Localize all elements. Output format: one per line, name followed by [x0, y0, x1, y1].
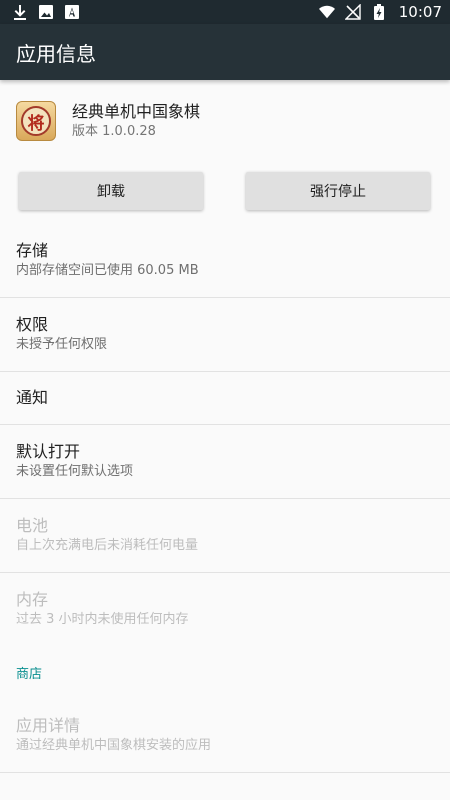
settings-list: 存储 内部存储空间已使用 60.05 MB 权限 未授予任何权限 通知 默认打开…	[0, 224, 450, 773]
action-buttons: 卸载 强行停止	[0, 170, 450, 212]
notifications-item[interactable]: 通知	[0, 372, 450, 425]
store-category-label: 商店	[16, 667, 43, 682]
no-signal-icon	[344, 4, 361, 20]
memory-item: 内存 过去 3 小时内未使用任何内存	[0, 573, 450, 647]
permissions-title: 权限	[16, 315, 49, 334]
font-icon	[64, 4, 80, 20]
permissions-item[interactable]: 权限 未授予任何权限	[0, 298, 450, 372]
battery-item: 电池 自上次充满电后未消耗任何电量	[0, 499, 450, 573]
clock: 10:07	[398, 3, 442, 21]
storage-summary: 内部存储空间已使用 60.05 MB	[16, 263, 199, 278]
storage-item[interactable]: 存储 内部存储空间已使用 60.05 MB	[0, 224, 450, 298]
app-name: 经典单机中国象棋	[72, 102, 201, 121]
chess-piece-icon: 将	[21, 106, 51, 136]
app-details-summary: 通过经典单机中国象棋安装的应用	[16, 738, 212, 753]
chinese-chess-app-icon: 将	[16, 101, 56, 141]
force-stop-button[interactable]: 强行停止	[246, 172, 430, 210]
download-icon	[12, 4, 28, 20]
memory-summary: 过去 3 小时内未使用任何内存	[16, 612, 189, 627]
open-by-default-summary: 未设置任何默认选项	[16, 464, 134, 479]
permissions-summary: 未授予任何权限	[16, 337, 108, 352]
app-info: 经典单机中国象棋 版本 1.0.0.28	[72, 101, 200, 141]
app-bar: 应用信息	[0, 24, 450, 80]
store-category-header: 商店	[0, 647, 450, 699]
app-version: 版本 1.0.0.28	[72, 124, 156, 139]
battery-charging-icon	[371, 4, 387, 20]
battery-summary: 自上次充满电后未消耗任何电量	[16, 538, 199, 553]
notifications-title: 通知	[16, 388, 49, 407]
image-icon	[38, 4, 54, 20]
wifi-icon	[318, 4, 335, 20]
open-by-default-item[interactable]: 默认打开 未设置任何默认选项	[0, 425, 450, 499]
memory-title: 内存	[16, 590, 49, 609]
open-by-default-title: 默认打开	[16, 442, 81, 461]
status-bar-notifications	[12, 4, 80, 20]
battery-title: 电池	[16, 516, 49, 535]
app-details-item: 应用详情 通过经典单机中国象棋安装的应用	[0, 699, 450, 773]
status-bar-system: 10:07	[318, 3, 442, 21]
app-header: 将 经典单机中国象棋 版本 1.0.0.28	[0, 80, 450, 162]
status-bar: 10:07	[0, 0, 450, 24]
uninstall-button[interactable]: 卸载	[19, 172, 203, 210]
storage-title: 存储	[16, 241, 49, 260]
app-details-title: 应用详情	[16, 716, 81, 735]
page-title: 应用信息	[16, 41, 96, 66]
